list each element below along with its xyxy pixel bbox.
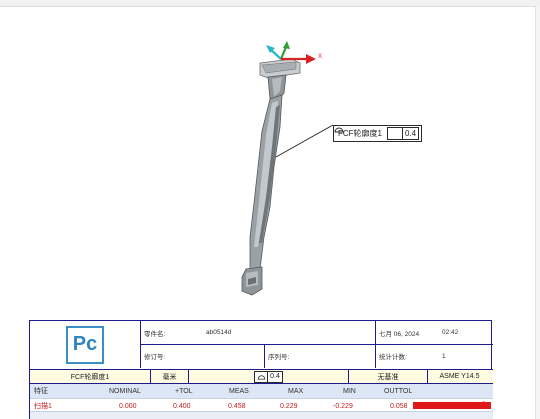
3d-viewport[interactable]: X FCF轮廓度1 0.4 <box>0 7 535 307</box>
units: 毫米 <box>151 370 189 383</box>
fcf-mini-box: 0.4 <box>254 370 283 383</box>
revision-label: 修订号: <box>144 354 166 361</box>
next-row-strip <box>30 411 493 419</box>
profile-of-surface-icon <box>334 127 403 139</box>
part-model: X <box>241 41 334 296</box>
table-row[interactable]: 扫描1 0.000 0.400 0.458 0.229 -0.229 0.058 <box>30 398 493 411</box>
col-outtol: OUTTOL <box>384 387 413 395</box>
scrollbar[interactable] <box>535 6 540 419</box>
inspection-report: Pc 零件名: ab0514d 七月 06, 2024 02:42 修订号: 序… <box>29 320 493 419</box>
fcf-callout[interactable]: FCF轮廓度1 0.4 <box>333 125 423 142</box>
stats-label: 统计计数: <box>379 354 407 361</box>
axis-y-arrow <box>283 41 290 49</box>
report-header: Pc 零件名: ab0514d 七月 06, 2024 02:42 修订号: 序… <box>30 321 493 369</box>
standard: ASME Y14.5 <box>439 373 480 380</box>
serial-label: 序列号: <box>268 354 290 361</box>
axis-x-arrow <box>306 54 316 64</box>
fcf-summary-row: FCF轮廓度1 毫米 0.4 无基准 ASME Y14.5 <box>30 369 493 384</box>
part-name-label: 零件名: <box>144 330 166 338</box>
profile-of-surface-icon <box>255 371 269 382</box>
column-header-row: 特征 NOMINAL +TOL MEAS MAX MIN OUTTOL <box>30 384 493 398</box>
report-date: 七月 06, 2024 <box>379 330 420 338</box>
axis-x-label: X <box>318 54 322 60</box>
report-time: 02:42 <box>442 329 459 336</box>
col-nominal: NOMINAL <box>109 387 141 395</box>
callout-leader <box>275 124 334 158</box>
col-max: MAX <box>288 387 304 395</box>
col-feature: 特征 <box>34 388 48 395</box>
fcf-name: FCF轮廓度1 <box>30 370 151 383</box>
top-rule <box>0 0 540 7</box>
fcf-tolerance: 0.4 <box>270 373 280 380</box>
rod-part <box>241 58 301 296</box>
col-meas: MEAS <box>229 387 249 395</box>
logo-cell: Pc <box>30 321 141 368</box>
col-min: MIN <box>343 387 356 395</box>
datum: 无基准 <box>349 370 428 383</box>
callout-fcf-box: 0.4 <box>334 127 420 140</box>
fcf-tolerance-cell: 0.4 <box>189 370 349 383</box>
callout-tolerance: 0.4 <box>405 129 417 138</box>
out-of-tolerance-bar <box>413 402 491 409</box>
stats-value: 1 <box>442 352 446 360</box>
out-of-tolerance-arrow <box>483 401 491 409</box>
part-name-value: ab0514d <box>206 329 232 336</box>
col-plus-tol: +TOL <box>175 387 193 395</box>
pcdmis-logo: Pc <box>66 325 104 364</box>
